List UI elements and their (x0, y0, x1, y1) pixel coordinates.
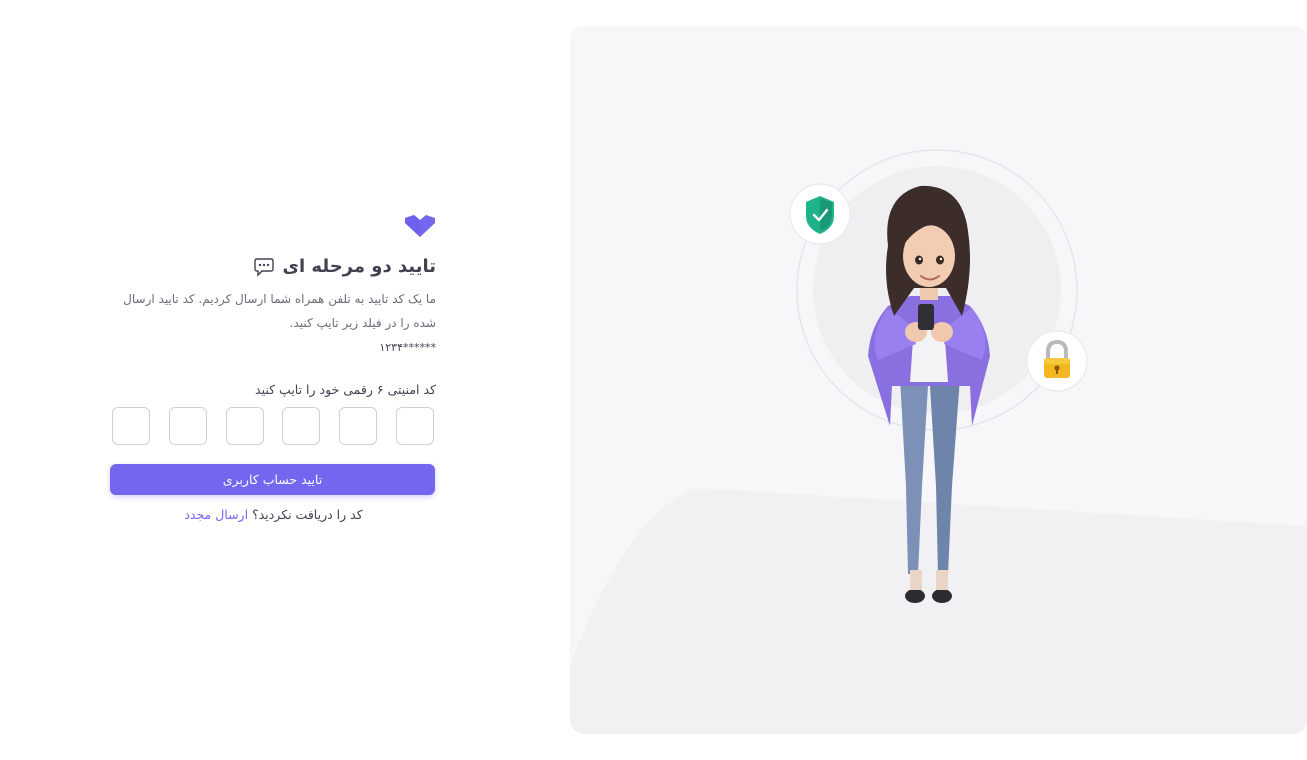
resend-code-link[interactable]: ارسال مجدد (184, 507, 248, 522)
verification-form: تایید دو مرحله ای ما یک کد تایید به تلفن… (108, 214, 436, 522)
resend-row: کد را دریافت نکردید؟ ارسال مجدد (111, 507, 436, 522)
title-row: تایید دو مرحله ای (108, 256, 436, 277)
otp-digit-2[interactable] (168, 407, 207, 445)
otp-input-group (112, 407, 434, 445)
instructions-text: ما یک کد تایید به تلفن همراه شما ارسال ک… (123, 292, 436, 330)
page-title: تایید دو مرحله ای (282, 256, 437, 277)
otp-digit-6[interactable] (396, 407, 434, 445)
shield-check-icon (789, 183, 851, 245)
resend-prompt: کد را دریافت نکردید؟ (252, 507, 363, 522)
otp-digit-5[interactable] (339, 407, 378, 445)
woman-with-phone-illustration (570, 149, 1307, 734)
otp-digit-1[interactable] (112, 407, 151, 445)
masked-phone-number: ******۱۲۳۴ (379, 341, 436, 354)
illustration-panel (570, 26, 1307, 734)
chat-bubble-icon (253, 257, 274, 277)
padlock-icon (1026, 330, 1088, 392)
otp-digit-4[interactable] (282, 407, 321, 445)
verify-account-button[interactable]: تایید حساب کاربری (110, 464, 435, 495)
two-step-verification-page: تایید دو مرحله ای ما یک کد تایید به تلفن… (0, 0, 1307, 760)
brand-logo-icon (405, 215, 435, 237)
otp-label: کد امنیتی ۶ رقمی خود را تایپ کنید (255, 382, 436, 397)
otp-digit-3[interactable] (225, 407, 264, 445)
